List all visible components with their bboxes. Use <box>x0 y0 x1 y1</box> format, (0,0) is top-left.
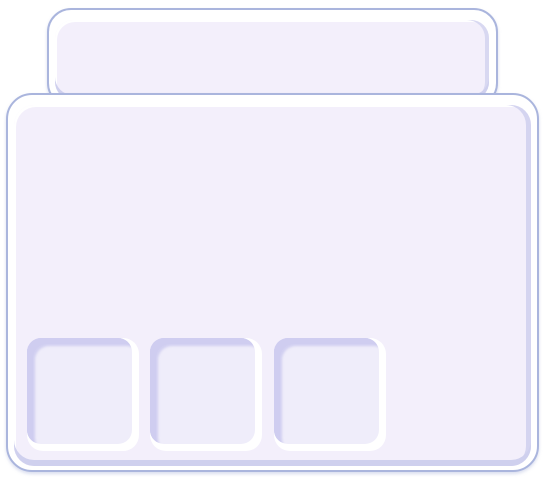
slot-2-well <box>150 338 255 444</box>
slot-1[interactable] <box>27 338 139 451</box>
slot-2[interactable] <box>150 338 262 451</box>
slot-3-well <box>274 338 379 444</box>
slot-1-well <box>27 338 132 444</box>
header-panel-surface <box>55 20 489 100</box>
window <box>0 0 545 479</box>
slot-3[interactable] <box>274 338 386 451</box>
